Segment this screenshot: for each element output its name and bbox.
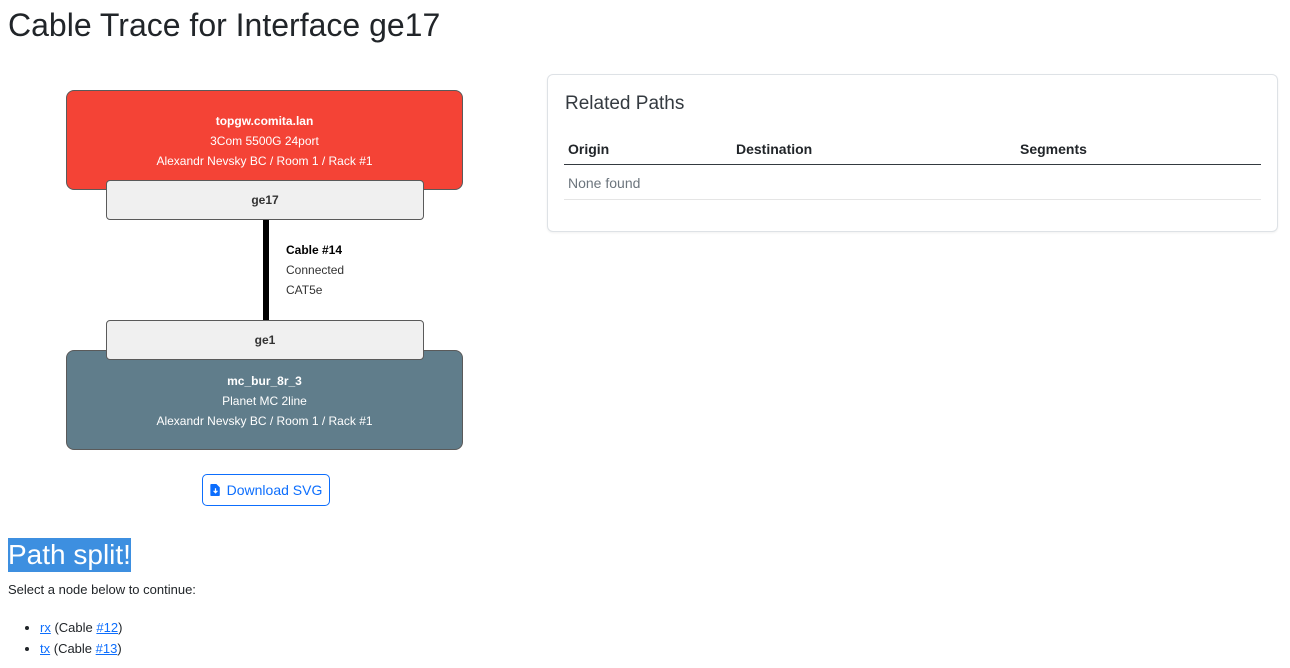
related-paths-card: Related Paths Origin Destination Segment… (547, 74, 1278, 232)
empty-message: None found (564, 164, 1261, 200)
column-origin: Origin (564, 137, 732, 165)
node-cable-suffix: ) (118, 620, 123, 635)
cable-type: CAT5e (286, 283, 323, 297)
list-item: rx (Cable #12) (40, 617, 122, 638)
table-row: None found (564, 164, 1261, 200)
node-cable-suffix: ) (117, 641, 122, 656)
column-destination: Destination (732, 137, 1016, 165)
path-split-heading: Path split! (8, 538, 131, 572)
cable-info: Cable #14 Connected CAT5e (286, 240, 344, 300)
top-device-card[interactable]: topgw.comita.lan 3Com 5500G 24port Alexa… (66, 90, 463, 190)
top-device-model: 3Com 5500G 24port (210, 134, 319, 148)
bottom-device-card[interactable]: mc_bur_8r_3 Planet MC 2line Alexandr Nev… (66, 350, 463, 450)
node-link-rx[interactable]: rx (40, 620, 51, 635)
bottom-interface-box[interactable]: ge1 (106, 320, 424, 360)
cable-line[interactable] (263, 220, 269, 320)
bottom-device-location: Alexandr Nevsky BC / Room 1 / Rack #1 (156, 414, 373, 428)
bottom-device-name: mc_bur_8r_3 (227, 374, 302, 388)
split-node-list: rx (Cable #12) tx (Cable #13) (8, 617, 122, 659)
cable-name[interactable]: Cable #14 (286, 240, 344, 260)
related-paths-title: Related Paths (565, 93, 685, 114)
cable-status: Connected (286, 263, 345, 277)
download-svg-button[interactable]: Download SVG (202, 474, 330, 506)
top-device-name: topgw.comita.lan (215, 114, 314, 128)
node-cable-prefix: (Cable (50, 641, 96, 656)
file-download-icon (209, 484, 220, 496)
path-split-instruction: Select a node below to continue: (8, 582, 196, 597)
download-svg-label: Download SVG (226, 482, 323, 498)
column-segments: Segments (1016, 137, 1261, 165)
bottom-device-model: Planet MC 2line (222, 394, 307, 408)
list-item: tx (Cable #13) (40, 638, 122, 659)
top-interface-box[interactable]: ge17 (106, 180, 424, 220)
related-paths-table: Origin Destination Segments None found (564, 137, 1261, 200)
page-title: Cable Trace for Interface ge17 (8, 7, 441, 43)
cable-link-12[interactable]: #12 (96, 620, 118, 635)
top-device-location: Alexandr Nevsky BC / Room 1 / Rack #1 (156, 154, 373, 168)
node-cable-prefix: (Cable (50, 620, 97, 635)
node-link-tx[interactable]: tx (40, 641, 50, 656)
cable-trace-diagram: topgw.comita.lan 3Com 5500G 24port Alexa… (0, 60, 540, 520)
cable-link-13[interactable]: #13 (96, 641, 118, 656)
